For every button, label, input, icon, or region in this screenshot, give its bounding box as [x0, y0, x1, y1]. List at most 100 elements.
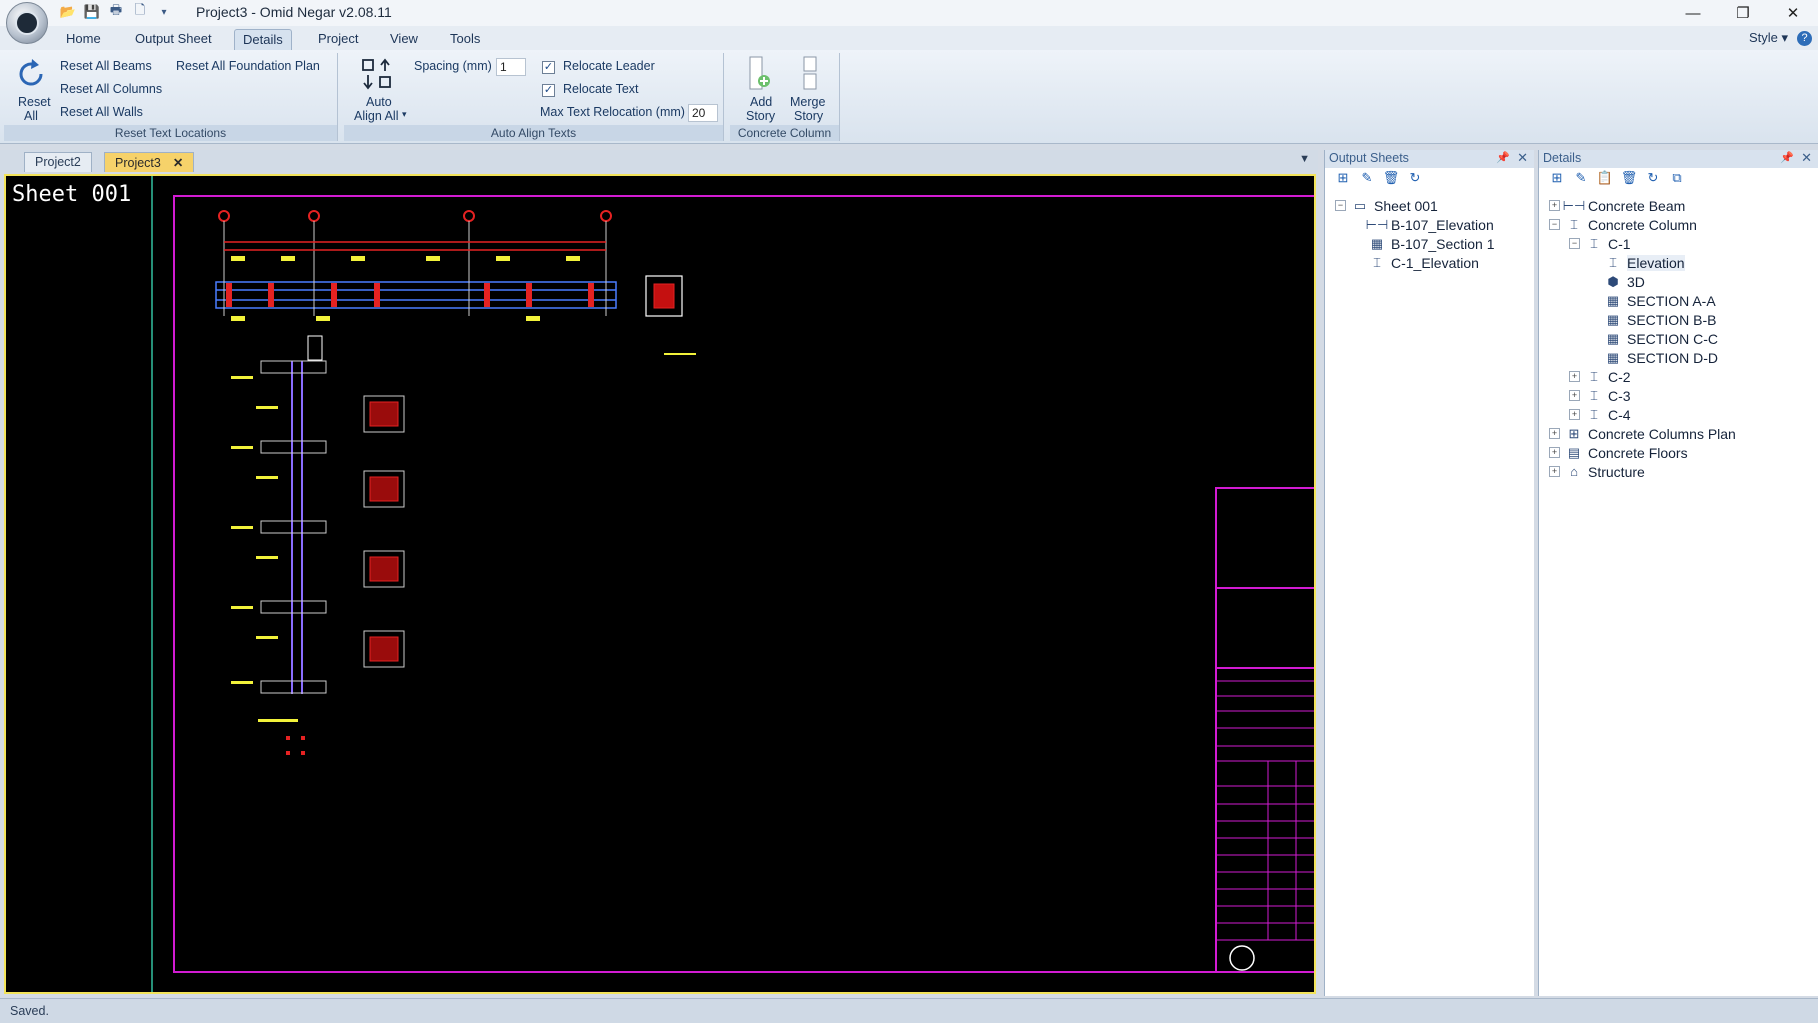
- tree-item-section-c-c[interactable]: ▦ SECTION C-C: [1605, 329, 1718, 348]
- open-icon[interactable]: 📂: [58, 3, 78, 21]
- delete-icon[interactable]: 🗑: [1383, 170, 1400, 186]
- reset-all-columns-button[interactable]: Reset All Columns: [60, 82, 162, 96]
- tree-item-label: 3D: [1627, 273, 1645, 290]
- window-controls: — ❐ ✕: [1668, 0, 1818, 26]
- section-icon: ▦: [1606, 292, 1620, 308]
- tree-item-sheet-001[interactable]: − ▭ Sheet 001: [1335, 196, 1438, 215]
- drawing-canvas[interactable]: Sheet 001: [4, 174, 1316, 994]
- reset-all-beams-button[interactable]: Reset All Beams: [60, 59, 152, 73]
- tree-item-3d[interactable]: ⬢ 3D: [1605, 272, 1645, 291]
- refresh-icon[interactable]: ↻: [1407, 170, 1423, 186]
- tree-item-structure[interactable]: + ⌂ Structure: [1549, 462, 1645, 481]
- add-story-button[interactable]: Add Story: [734, 55, 782, 123]
- group-label-reset-text: Reset Text Locations: [4, 125, 337, 141]
- expand-icon[interactable]: +: [1569, 371, 1580, 382]
- tree-item-label: C-1: [1608, 235, 1631, 252]
- reset-all-foundation-plan-button[interactable]: Reset All Foundation Plan: [176, 59, 320, 73]
- details-title: Details: [1543, 151, 1582, 165]
- merge-story-button[interactable]: Merge Story: [782, 55, 836, 123]
- tree-item-label: SECTION A-A: [1627, 292, 1716, 309]
- tree-item-c-1[interactable]: − ⌶ C-1: [1569, 234, 1631, 253]
- add-icon[interactable]: ⊞: [1549, 170, 1565, 186]
- section-icon: ▦: [1606, 311, 1620, 327]
- tree-item-section-b-b[interactable]: ▦ SECTION B-B: [1605, 310, 1717, 329]
- expand-icon[interactable]: +: [1569, 390, 1580, 401]
- tree-item-elevation[interactable]: ⌶ Elevation: [1605, 253, 1685, 272]
- paste-icon[interactable]: 📋: [1597, 170, 1613, 186]
- expand-icon[interactable]: +: [1549, 466, 1560, 477]
- group-auto-align-texts: Auto Align All ▾ Spacing (mm) 1 ✓ Reloca…: [344, 53, 724, 141]
- close-panel-icon[interactable]: ✕: [1801, 150, 1812, 166]
- tree-item-c-2[interactable]: + ⌶ C-2: [1569, 367, 1631, 386]
- expand-icon[interactable]: +: [1569, 409, 1580, 420]
- expand-icon[interactable]: +: [1549, 428, 1560, 439]
- style-menu[interactable]: Style ▾: [1749, 30, 1788, 46]
- save-icon[interactable]: 💾: [82, 3, 102, 21]
- print-icon[interactable]: 🖶: [106, 2, 126, 21]
- doc-tab-project2[interactable]: Project2: [24, 152, 92, 172]
- expand-icon[interactable]: +: [1549, 447, 1560, 458]
- refresh-icon[interactable]: ↻: [1645, 170, 1661, 186]
- reset-all-button[interactable]: Reset All: [10, 55, 52, 123]
- tree-item-c-4[interactable]: + ⌶ C-4: [1569, 405, 1631, 424]
- reset-all-label-1: Reset: [18, 95, 51, 109]
- floor-icon: ▤: [1567, 444, 1581, 460]
- tree-item-concrete-column[interactable]: − ⌶ Concrete Column: [1549, 215, 1697, 234]
- details-panel: Details 📌 ✕ ⊞ ✎ 📋 🗑 ↻ ⧉ + ⊢⊣ Concrete Be…: [1538, 150, 1818, 996]
- section-icon: ▦: [1606, 349, 1620, 365]
- tab-tools[interactable]: Tools: [442, 29, 488, 50]
- relocate-text-checkbox[interactable]: ✓: [542, 84, 555, 97]
- status-text: Saved.: [10, 1004, 49, 1018]
- tree-item-c-3[interactable]: + ⌶ C-3: [1569, 386, 1631, 405]
- spacing-input[interactable]: 1: [496, 58, 526, 76]
- tab-output-sheet[interactable]: Output Sheet: [127, 29, 220, 50]
- tab-project[interactable]: Project: [310, 29, 366, 50]
- output-sheets-panel: Output Sheets 📌 ✕ ⊞ ✎ 🗑 ↻ − ▭ Sheet 001 …: [1324, 150, 1534, 996]
- customize-qat-icon[interactable]: ▾: [154, 3, 174, 21]
- column-icon: ⌶: [1373, 254, 1381, 270]
- close-panel-icon[interactable]: ✕: [1517, 150, 1528, 166]
- tree-item-label: SECTION C-C: [1627, 330, 1718, 347]
- tree-item-concrete-beam[interactable]: + ⊢⊣ Concrete Beam: [1549, 196, 1685, 215]
- section-icon: ▦: [1606, 330, 1620, 346]
- max-text-relocation-input[interactable]: 20: [688, 104, 718, 122]
- edit-icon[interactable]: ✎: [1359, 170, 1375, 186]
- tab-home[interactable]: Home: [58, 29, 109, 50]
- tree-item-label: B-107_Section 1: [1391, 235, 1495, 252]
- tree-item-concrete-columns-plan[interactable]: + ⊞ Concrete Columns Plan: [1549, 424, 1736, 443]
- style-menu-label: Style: [1748, 30, 1778, 45]
- expand-icon[interactable]: +: [1549, 200, 1560, 211]
- copy-icon[interactable]: ⧉: [1669, 170, 1685, 186]
- relocate-leader-checkbox[interactable]: ✓: [542, 61, 555, 74]
- collapse-icon[interactable]: −: [1549, 219, 1560, 230]
- tab-details[interactable]: Details: [234, 29, 292, 50]
- add-icon[interactable]: ⊞: [1335, 170, 1351, 186]
- auto-align-all-button[interactable]: Auto Align All ▾: [348, 55, 407, 123]
- tree-item-concrete-floors[interactable]: + ▤ Concrete Floors: [1549, 443, 1688, 462]
- pin-icon[interactable]: 📌: [1496, 151, 1510, 164]
- close-tab-icon[interactable]: ✕: [173, 156, 183, 170]
- delete-icon[interactable]: 🗑: [1621, 170, 1638, 186]
- reset-all-walls-button[interactable]: Reset All Walls: [60, 105, 143, 119]
- tree-item-section-d-d[interactable]: ▦ SECTION D-D: [1605, 348, 1718, 367]
- tree-item-c-1-elevation[interactable]: ⌶ C-1_Elevation: [1369, 253, 1479, 272]
- tree-item-b-107-elevation[interactable]: ⊢⊣ B-107_Elevation: [1366, 215, 1494, 234]
- tree-item-section-a-a[interactable]: ▦ SECTION A-A: [1605, 291, 1716, 310]
- section-icon: ▦: [1370, 235, 1384, 251]
- tree-item-b-107-section-1[interactable]: ▦ B-107_Section 1: [1369, 234, 1495, 253]
- window-title: Project3 - Omid Negar v2.08.11: [196, 4, 392, 20]
- collapse-icon[interactable]: −: [1569, 238, 1580, 249]
- new-icon[interactable]: 🗋: [130, 2, 150, 21]
- pin-icon[interactable]: 📌: [1780, 151, 1794, 164]
- doc-tab-project3[interactable]: Project3 ✕: [104, 152, 195, 172]
- minimize-button[interactable]: —: [1668, 0, 1718, 26]
- doc-tabs-dropdown-icon[interactable]: ▼: [1299, 153, 1310, 165]
- restore-button[interactable]: ❐: [1718, 0, 1768, 26]
- help-icon[interactable]: ?: [1797, 31, 1812, 46]
- collapse-icon[interactable]: −: [1335, 200, 1346, 211]
- edit-icon[interactable]: ✎: [1573, 170, 1589, 186]
- quick-access-toolbar: 📂 💾 🖶 🗋 ▾: [58, 2, 174, 21]
- tab-view[interactable]: View: [382, 29, 426, 50]
- application-menu-button[interactable]: [6, 2, 48, 44]
- close-button[interactable]: ✕: [1768, 0, 1818, 26]
